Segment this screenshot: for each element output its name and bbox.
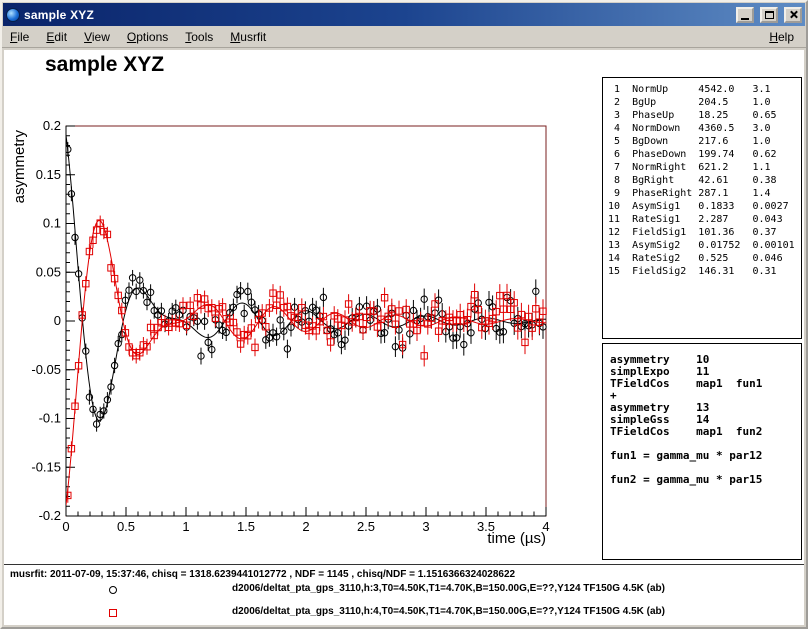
param-row: 8 BgRight 42.61 0.38 xyxy=(608,174,796,187)
root-canvas: sample XYZ 00.511.522.533.540.20.150.10.… xyxy=(4,50,804,625)
param-row: 5 BgDown 217.6 1.0 xyxy=(608,135,796,148)
param-row: 3 PhaseUp 18.25 0.65 xyxy=(608,109,796,122)
theory-line-square xyxy=(66,221,546,506)
svg-text:0.1: 0.1 xyxy=(43,216,61,231)
svg-text:-0.2: -0.2 xyxy=(39,508,61,523)
theory-line: fun2 = gamma_mu * par15 xyxy=(610,474,794,486)
app-icon xyxy=(6,8,20,22)
svg-text:-0.1: -0.1 xyxy=(39,411,61,426)
param-row: 9 PhaseRight 287.1 1.4 xyxy=(608,187,796,200)
svg-text:1.5: 1.5 xyxy=(237,519,255,534)
theory-line: TFieldCos map1 fun1 xyxy=(610,378,794,390)
minimize-icon xyxy=(741,18,749,20)
param-row: 11 RateSig1 2.287 0.043 xyxy=(608,213,796,226)
param-row: 10 AsymSig1 0.1833 0.0027 xyxy=(608,200,796,213)
titlebar[interactable]: sample XYZ xyxy=(3,3,805,26)
data-series xyxy=(65,135,547,505)
minimize-button[interactable] xyxy=(736,7,754,23)
param-row: 12 FieldSig1 101.36 0.37 xyxy=(608,226,796,239)
x-axis-title: time (µs) xyxy=(487,530,546,547)
param-row: 2 BgUp 204.5 1.0 xyxy=(608,96,796,109)
svg-text:0: 0 xyxy=(54,313,61,328)
menu-options[interactable]: Options xyxy=(127,30,168,44)
fit-status-text: musrfit: 2011-07-09, 15:37:46, chisq = 1… xyxy=(10,569,515,580)
param-row: 6 PhaseDown 199.74 0.62 xyxy=(608,148,796,161)
plot-canvas[interactable]: 00.511.522.533.540.20.150.10.050-0.05-0.… xyxy=(4,50,602,565)
series-circle xyxy=(65,142,547,432)
legend-row: d2006/deltat_pta_gps_3110,h:4,T0=4.50K,T… xyxy=(4,605,804,623)
y-axis-title: asymmetry xyxy=(11,130,28,204)
window-title: sample XYZ xyxy=(24,8,730,22)
svg-text:3: 3 xyxy=(422,519,429,534)
svg-text:2: 2 xyxy=(302,519,309,534)
theory-line: fun1 = gamma_mu * par12 xyxy=(610,450,794,462)
close-button[interactable] xyxy=(784,7,802,23)
app-window: sample XYZ File Edit View Options Tools Musrf… xyxy=(0,0,808,629)
theory-line: TFieldCos map1 fun2 xyxy=(610,426,794,438)
svg-text:0: 0 xyxy=(62,519,69,534)
svg-text:0.05: 0.05 xyxy=(36,264,61,279)
legend-label: d2006/deltat_pta_gps_3110,h:4,T0=4.50K,T… xyxy=(232,606,665,617)
close-icon xyxy=(789,10,798,19)
legend-circle-marker-icon xyxy=(109,586,117,594)
maximize-button[interactable] xyxy=(760,7,778,23)
param-row: 7 NormRight 621.2 1.1 xyxy=(608,161,796,174)
svg-text:0.2: 0.2 xyxy=(43,118,61,133)
param-row: 15 FieldSig2 146.31 0.31 xyxy=(608,265,796,278)
menubar: File Edit View Options Tools Musrfit Help xyxy=(2,27,806,48)
menu-help[interactable]: Help xyxy=(769,30,794,44)
menu-view[interactable]: View xyxy=(84,30,110,44)
svg-text:1: 1 xyxy=(182,519,189,534)
footer-divider xyxy=(4,564,804,565)
theory-function-box: asymmetry 10simplExpo 11TFieldCos map1 f… xyxy=(602,343,802,560)
svg-text:0.5: 0.5 xyxy=(117,519,135,534)
legend-label: d2006/deltat_pta_gps_3110,h:3,T0=4.50K,T… xyxy=(232,583,665,594)
param-row: 4 NormDown 4360.5 3.0 xyxy=(608,122,796,135)
param-row: 1 NormUp 4542.0 3.1 xyxy=(608,83,796,96)
menu-tools[interactable]: Tools xyxy=(185,30,213,44)
param-row: 13 AsymSig2 0.01752 0.00101 xyxy=(608,239,796,252)
svg-text:-0.15: -0.15 xyxy=(31,459,61,474)
legend-square-marker-icon xyxy=(109,609,117,617)
tick-labels: 00.511.522.533.540.20.150.10.050-0.05-0.… xyxy=(31,118,549,534)
svg-text:-0.05: -0.05 xyxy=(31,362,61,377)
maximize-icon xyxy=(765,11,774,19)
fit-parameter-box: 1 NormUp 4542.0 3.1 2 BgUp 204.5 1.0 3 P… xyxy=(602,77,802,339)
legend-row: d2006/deltat_pta_gps_3110,h:3,T0=4.50K,T… xyxy=(4,582,804,600)
menu-file[interactable]: File xyxy=(10,30,29,44)
svg-text:2.5: 2.5 xyxy=(357,519,375,534)
svg-text:0.15: 0.15 xyxy=(36,167,61,182)
param-row: 14 RateSig2 0.525 0.046 xyxy=(608,252,796,265)
menu-edit[interactable]: Edit xyxy=(46,30,67,44)
series-square xyxy=(65,216,547,503)
menu-musrfit[interactable]: Musrfit xyxy=(230,30,266,44)
